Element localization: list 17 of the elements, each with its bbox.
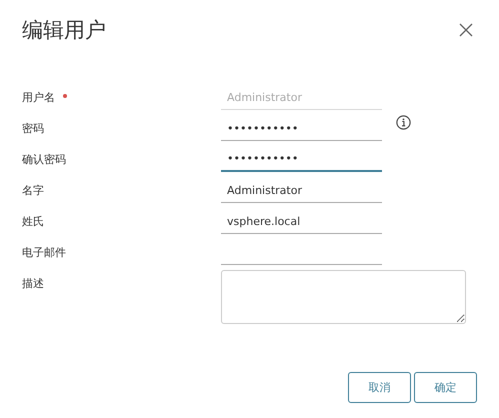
input-field[interactable]: •••••••••••: [221, 116, 382, 140]
info-icon[interactable]: [396, 115, 411, 130]
field-label: 密码: [22, 121, 44, 136]
ok-button[interactable]: 确定: [414, 372, 477, 403]
description-field[interactable]: [221, 270, 466, 324]
cancel-button[interactable]: 取消: [348, 372, 411, 403]
field-label: 确认密码: [22, 152, 66, 167]
input-field[interactable]: Administrator: [221, 178, 382, 202]
field-label: 描述: [22, 276, 44, 291]
input-field[interactable]: vsphere.local: [221, 210, 382, 234]
input-field[interactable]: •••••••••••: [221, 148, 382, 172]
dialog-title: 编辑用户: [22, 17, 106, 44]
field-label: 用户名: [22, 90, 55, 105]
field-label: 姓氏: [22, 214, 44, 229]
field-label: 名字: [22, 183, 44, 198]
close-icon[interactable]: [459, 23, 473, 37]
field-label: 电子邮件: [22, 245, 66, 260]
